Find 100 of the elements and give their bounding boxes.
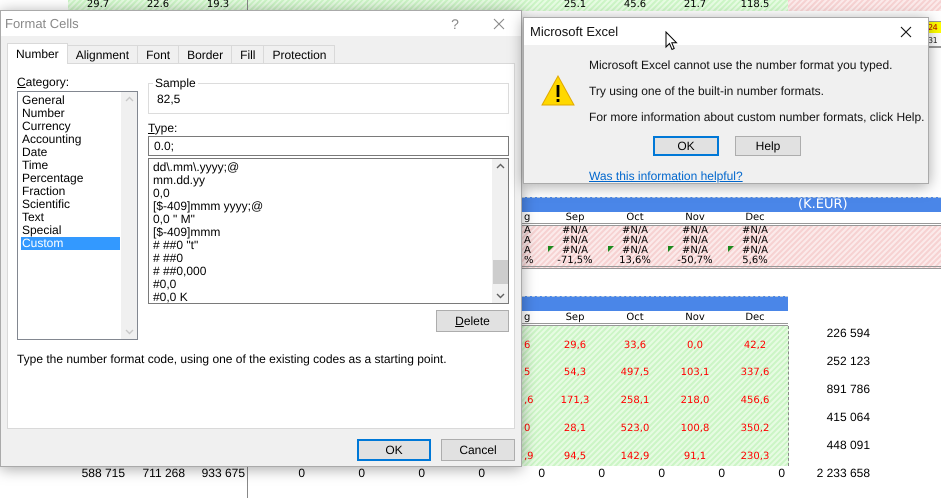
table-cell-text: 588 715 [80,466,125,480]
column-header: Nov [684,212,706,223]
message-text: Microsoft Excel cannot use the number format you typed. [589,58,894,72]
format-item[interactable]: # ##0 "t" [152,239,492,252]
column-header: Dec [744,312,766,323]
sample-label: Sample [154,76,197,90]
table-cell-text: -71,5% [556,256,594,266]
scrollbar[interactable] [492,159,508,303]
table-cell-text: 456,6 [740,395,770,408]
help-button[interactable]: Help [735,136,801,156]
table-cell-text: 0 [657,466,665,480]
format-item[interactable]: [$-409]mmm yyyy;@ [152,200,492,213]
table-cell-text: 29,6 [562,340,588,353]
table-cell-text: 0 [357,466,365,480]
table-cell-text: 337,6 [740,367,770,380]
table-cell: #N/A [545,246,605,256]
description-text: Type the number format code, using one of the existing codes as a starting point. [17,352,448,366]
table-cell-text: 497,5 [620,367,650,380]
table-cell-text: 6 [523,340,532,353]
table-cell-text: 523,0 [620,423,650,436]
format-item[interactable]: [$-409]mmm [152,226,492,239]
scroll-up-icon[interactable] [496,163,504,169]
table-cell: 24 [928,22,941,33]
table-cell-text: 33,6 [622,340,648,353]
category-item[interactable]: Percentage [21,172,120,185]
table-cell: #N/A [725,246,785,256]
table-cell-text: #N/A [620,236,650,246]
table-cell-text: 0 [717,466,725,480]
table-cell-text: 103,1 [680,367,710,380]
category-item[interactable]: Currency [21,120,120,133]
column-header: Sep [564,312,586,323]
table-cell-text: 0 [537,466,545,480]
column-header: Nov [684,312,706,323]
table-cell-text: 711 268 [142,466,185,480]
tab[interactable]: Alignment [66,45,138,63]
tab[interactable]: Number [7,43,68,64]
ok-button[interactable]: OK [653,136,719,156]
warning-icon [541,75,575,106]
category-item[interactable]: Fraction [21,185,120,198]
table-cell-text: 171,3 [560,395,590,408]
category-item[interactable]: Scientific [21,198,120,211]
window-title: Microsoft Excel [530,24,620,39]
format-item[interactable]: dd\.mm\.yyyy;@ [152,161,492,174]
table-cell-text: #N/A [560,226,590,236]
table-cell-text: -50,7% [676,256,714,266]
table-cell-text: 28,1 [562,423,588,436]
table-cell-text: ,9 [523,451,535,464]
cancel-button[interactable]: Cancel [441,439,515,461]
table-cell-text: 350,2 [740,423,770,436]
category-item[interactable]: Accounting [21,133,120,146]
window-title: Format Cells [5,16,80,31]
table-cell: #N/A [665,246,725,256]
format-item[interactable]: # ##0,000 [152,265,492,278]
table-cell-text: 448 091 [826,438,870,454]
table-cell-text: #N/A [560,236,590,246]
table-cell-text: 100,8 [680,423,710,436]
category-item[interactable]: Number [21,107,120,120]
scroll-thumb[interactable] [492,260,508,284]
format-item[interactable]: 0,0 " M" [152,213,492,226]
delete-button[interactable]: Delete [436,310,509,332]
table-cell-text: 0 [523,423,532,436]
format-list[interactable]: dd\.mm\.yyyy;@ mm.dd.yy 0,0 [$-409]mmm yyyy;@ 0,0 " M" [$-409]mmm # ##0 "t" # ##0 # ##0,000 #0,0 #0,0 K [148,158,509,304]
help-button[interactable]: ? [443,12,467,34]
category-item[interactable]: Date [21,146,120,159]
table-cell-text: ,6 [523,395,535,408]
format-item[interactable]: mm.dd.yy [152,174,492,187]
category-label: Category: [17,75,70,89]
column-header: Oct [625,212,645,223]
column-header: g [523,312,532,323]
category-list[interactable]: General Number Currency Accounting Date Time Percentage Fraction Scientific Text Special Custom [17,91,138,340]
table-cell-text: 891 786 [826,382,870,398]
table-cell-text: 226 594 [826,326,870,342]
category-item[interactable]: Time [21,159,120,172]
format-item[interactable]: 0,0 [152,187,492,200]
scroll-down-icon[interactable] [496,293,504,299]
format-item[interactable]: #0,0 K [152,291,492,304]
table-cell-text: 5 [523,367,532,380]
category-item[interactable]: Text [21,211,120,224]
ok-button[interactable]: OK [357,439,431,461]
table-cell-text: 42,2 [742,340,768,353]
table-cell-text: 13,6% [618,256,652,266]
table-cell-text: 5,6% [741,256,769,266]
feedback-link[interactable]: Was this information helpful? [589,169,743,183]
format-item[interactable]: #0,0 [152,278,492,291]
tab[interactable]: Protection [263,45,336,63]
table-cell-text: 0 [477,466,485,480]
table-cell-text: 0,0 [686,340,704,353]
category-item[interactable]: General [21,94,120,107]
column-header: Oct [625,312,645,323]
table-cell-text: 91,1 [682,451,708,464]
type-field[interactable]: 0.0; [148,136,509,156]
message-text: Try using one of the built-in number formats. [589,84,825,98]
table-cell-text: 252 123 [826,354,870,370]
category-item[interactable]: Special [21,224,120,237]
format-item[interactable]: # ##0 [152,252,492,265]
table-cell-text: #N/A [740,226,770,236]
table-cell-text: #N/A [620,226,650,236]
table-cell-text: A [523,246,532,256]
table-cell-text: 0 [417,466,425,480]
column-header: Sep [564,212,586,223]
